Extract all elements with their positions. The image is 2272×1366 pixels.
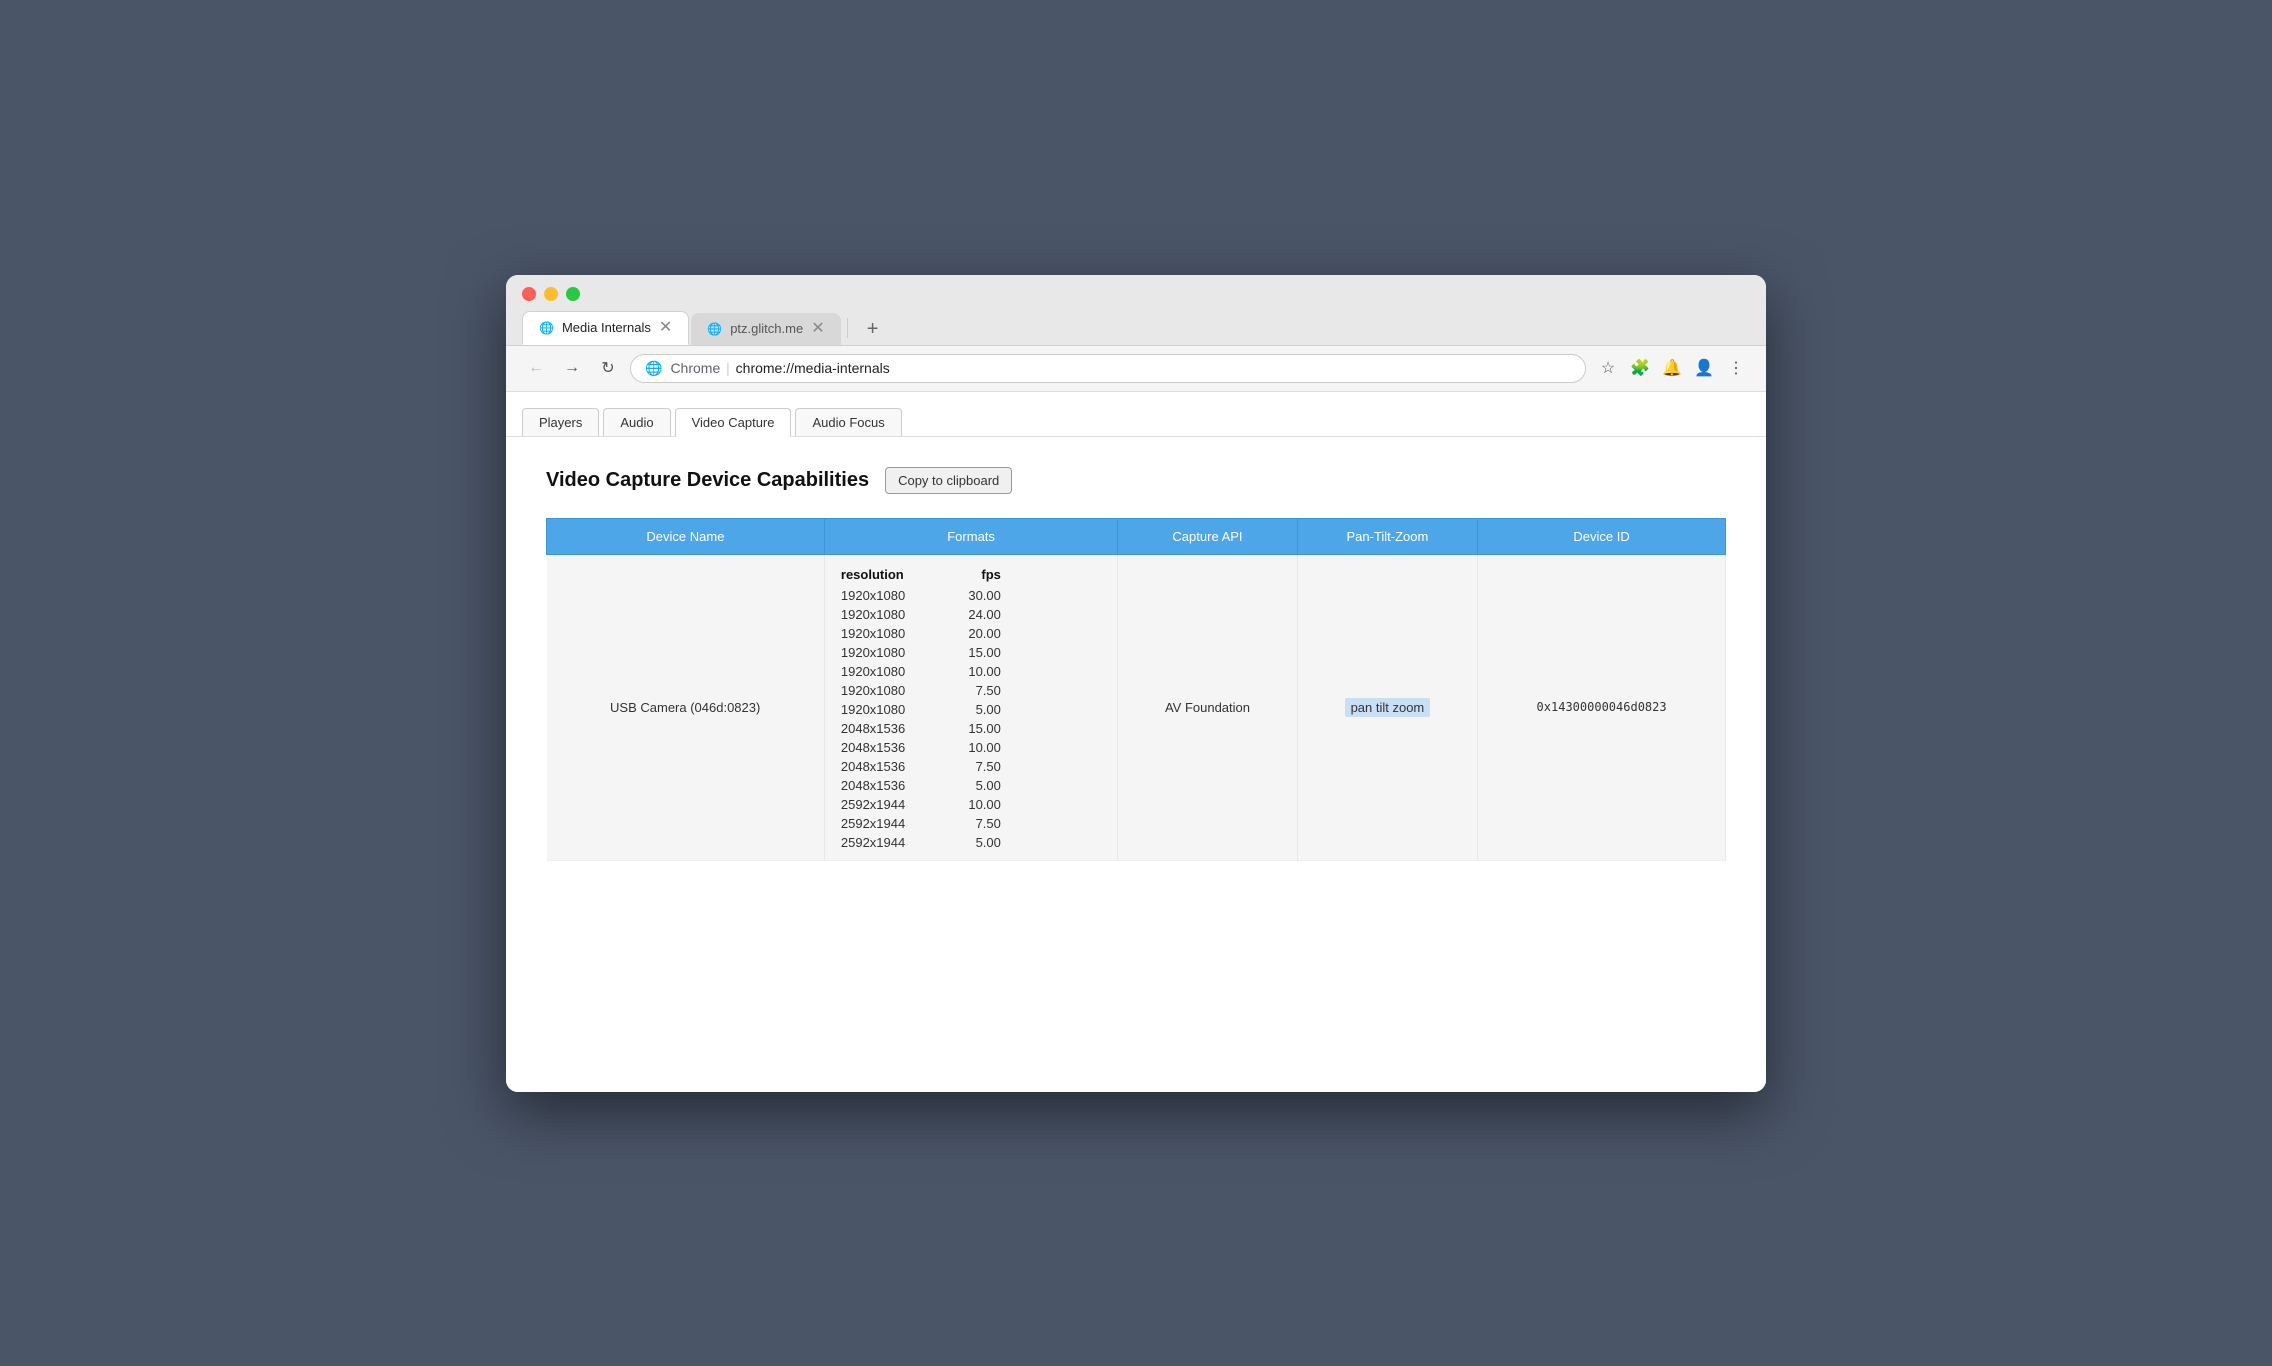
col-header-pan-tilt-zoom: Pan-Tilt-Zoom [1297,518,1477,554]
col-header-capture-api: Capture API [1118,518,1297,554]
browser-tab-active[interactable]: 🌐 Media Internals ✕ [522,311,689,345]
format-resolution-value: 1920x1080 [841,607,931,622]
format-fps-value: 10.00 [951,740,1001,755]
title-bar: 🌐 Media Internals ✕ 🌐 ptz.glitch.me ✕ + [506,275,1766,346]
close-button[interactable] [522,287,536,301]
tab-close-media[interactable]: ✕ [659,320,672,336]
col-header-device-name: Device Name [547,518,825,554]
format-resolution-value: 1920x1080 [841,702,931,717]
col-header-device-id: Device ID [1478,518,1726,554]
format-fps-value: 15.00 [951,645,1001,660]
tab-close-ptz[interactable]: ✕ [811,321,824,337]
page-header: Video Capture Device Capabilities Copy t… [546,467,1726,494]
account-button[interactable]: 👤 [1690,354,1718,382]
browser-window: 🌐 Media Internals ✕ 🌐 ptz.glitch.me ✕ + … [506,275,1766,1092]
tab-players[interactable]: Players [522,408,599,436]
col-header-formats: Formats [824,518,1117,554]
format-fps-value: 15.00 [951,721,1001,736]
device-name-cell: USB Camera (046d:0823) [547,554,825,860]
format-resolution-value: 2048x1536 [841,721,931,736]
tab-favicon-ptz: 🌐 [707,322,722,336]
format-resolution-value: 2592x1944 [841,816,931,831]
menu-button[interactable]: ⋮ [1722,354,1750,382]
tab-audio-focus[interactable]: Audio Focus [795,408,901,436]
format-resolution-header: resolution [841,567,931,582]
maximize-button[interactable] [566,287,580,301]
format-fps-value: 7.50 [951,683,1001,698]
profile-button[interactable]: 🔔 [1658,354,1686,382]
back-button[interactable]: ← [522,354,550,382]
address-chrome-label: Chrome [670,360,720,376]
table-row: USB Camera (046d:0823) resolution fps 1920x… [547,554,1726,860]
tab-audio[interactable]: Audio [603,408,670,436]
format-fps-value: 24.00 [951,607,1001,622]
format-fps-value: 5.00 [951,702,1001,717]
browser-tab-ptz[interactable]: 🌐 ptz.glitch.me ✕ [691,313,840,345]
format-fps-value: 5.00 [951,835,1001,850]
format-fps-value: 7.50 [951,759,1001,774]
format-resolution-value: 1920x1080 [841,683,931,698]
security-icon: 🌐 [645,360,662,377]
format-resolution-value: 1920x1080 [841,664,931,679]
address-text: Chrome | chrome://media-internals [670,360,1571,376]
tab-divider [847,318,848,338]
format-fps-value: 10.00 [951,664,1001,679]
device-id-cell: 0x14300000046d0823 [1478,554,1726,860]
reload-button[interactable]: ↻ [594,354,622,382]
address-separator: | [726,360,734,376]
ptz-cell: pan tilt zoom [1297,554,1477,860]
format-fps-value: 5.00 [951,778,1001,793]
table-header-row: Device Name Formats Capture API Pan-Tilt… [547,518,1726,554]
format-resolution-value: 1920x1080 [841,626,931,641]
copy-to-clipboard-button[interactable]: Copy to clipboard [885,467,1012,494]
capabilities-table: Device Name Formats Capture API Pan-Tilt… [546,518,1726,861]
nav-bar: ← → ↻ 🌐 Chrome | chrome://media-internal… [506,346,1766,392]
format-resolution-value: 2048x1536 [841,778,931,793]
tab-favicon-media: 🌐 [539,321,554,335]
address-url: chrome://media-internals [736,360,890,376]
format-resolution-value: 2048x1536 [841,740,931,755]
forward-button[interactable]: → [558,354,586,382]
traffic-lights [522,287,1750,301]
format-fps-value: 20.00 [951,626,1001,641]
tab-video-capture[interactable]: Video Capture [675,408,792,437]
main-content: Video Capture Device Capabilities Copy t… [506,437,1766,891]
format-resolution-value: 2048x1536 [841,759,931,774]
browser-content: Players Audio Video Capture Audio Focus … [506,392,1766,1092]
internals-tabs: Players Audio Video Capture Audio Focus [506,392,1766,437]
capture-api-cell: AV Foundation [1118,554,1297,860]
format-fps-value: 7.50 [951,816,1001,831]
format-fps-header: fps [951,567,1001,582]
format-resolution-value: 2592x1944 [841,797,931,812]
tabs-bar: 🌐 Media Internals ✕ 🌐 ptz.glitch.me ✕ + [522,311,1750,345]
format-resolution-value: 2592x1944 [841,835,931,850]
format-resolution-value: 1920x1080 [841,645,931,660]
nav-actions: ☆ 🧩 🔔 👤 ⋮ [1594,354,1750,382]
format-resolution-value: 1920x1080 [841,588,931,603]
minimize-button[interactable] [544,287,558,301]
extensions-button[interactable]: 🧩 [1626,354,1654,382]
formats-cell: resolution fps 1920x1080 30.00 1920x1080 24.0… [824,554,1117,860]
format-fps-value: 30.00 [951,588,1001,603]
tab-title-ptz: ptz.glitch.me [730,321,803,336]
ptz-value: pan tilt zoom [1345,698,1431,717]
tab-title-media: Media Internals [562,320,651,335]
bookmark-button[interactable]: ☆ [1594,354,1622,382]
page-title: Video Capture Device Capabilities [546,469,869,492]
address-bar[interactable]: 🌐 Chrome | chrome://media-internals [630,354,1586,383]
format-fps-value: 10.00 [951,797,1001,812]
new-tab-button[interactable]: + [858,315,888,345]
